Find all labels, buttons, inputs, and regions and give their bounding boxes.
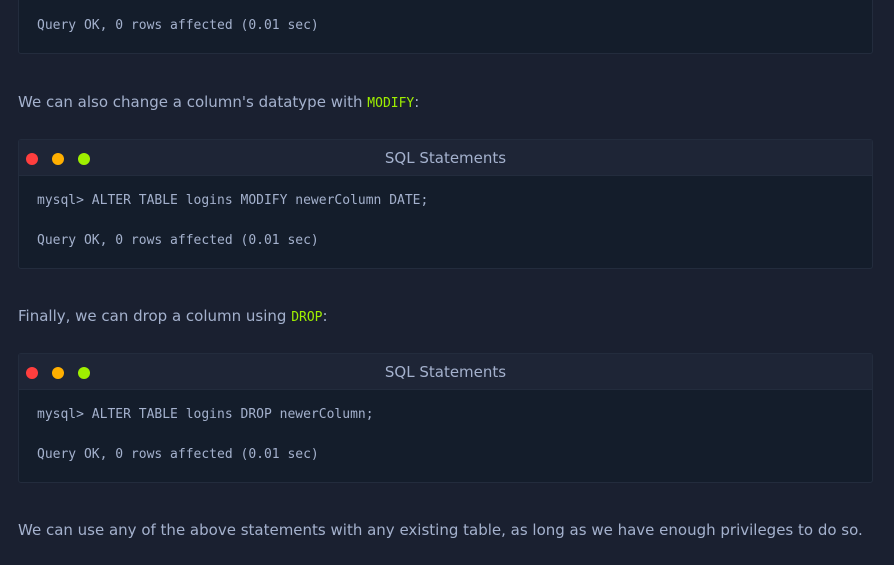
code-output-line: Query OK, 0 rows affected (0.01 sec): [37, 233, 319, 248]
paragraph-text-end: :: [322, 307, 328, 325]
code-block-modify: SQL Statements mysql> ALTER TABLE logins…: [18, 139, 873, 269]
code-command-line: mysql> ALTER TABLE logins MODIFY newerCo…: [37, 193, 429, 208]
inline-code-drop: DROP: [291, 310, 323, 325]
paragraph-text: Finally, we can drop a column using: [18, 307, 292, 325]
code-command-line: mysql> ALTER TABLE logins DROP newerColu…: [37, 407, 374, 422]
paragraph-modify: We can also change a column's datatype w…: [18, 92, 419, 114]
code-block-title: SQL Statements: [384, 149, 507, 167]
code-block-previous: Query OK, 0 rows affected (0.01 sec): [18, 0, 873, 54]
paragraph-drop: Finally, we can drop a column using DROP…: [18, 306, 328, 328]
code-output-line: Query OK, 0 rows affected (0.01 sec): [37, 447, 319, 462]
paragraph-text-end: :: [414, 93, 420, 111]
code-block-titlebar: SQL Statements: [19, 140, 872, 176]
paragraph-final: We can use any of the above statements w…: [18, 521, 863, 539]
code-block-titlebar: SQL Statements: [19, 354, 872, 390]
inline-code-modify: MODIFY: [367, 96, 415, 111]
code-output-line: Query OK, 0 rows affected (0.01 sec): [37, 18, 319, 33]
paragraph-text: We can also change a column's datatype w…: [18, 93, 368, 111]
code-block-title: SQL Statements: [384, 363, 507, 381]
code-block-drop: SQL Statements mysql> ALTER TABLE logins…: [18, 353, 873, 483]
